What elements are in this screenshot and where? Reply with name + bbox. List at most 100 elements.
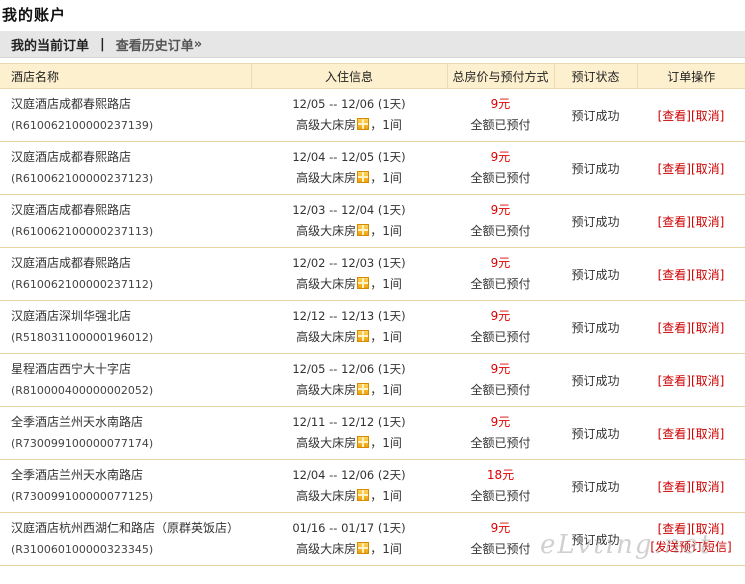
stay-cell: 12/05 -- 12/06 (1天) 高级大床房 ，1间 [251,353,447,407]
cancel-order-link[interactable]: [取消] [691,374,724,388]
hotel-cell: 汉庭酒店成都春熙路店 (R610062100000237112) [0,247,251,301]
payment-method: 全额已预付 [470,489,531,503]
column-header-hotel: 酒店名称 [0,63,251,89]
cancel-order-link[interactable]: [取消] [691,215,724,229]
booking-status: 预订成功 [554,300,637,354]
room-type: 高级大床房 [296,330,357,344]
total-price: 9元 [490,415,511,429]
send-sms-link[interactable]: [发送预订短信] [637,537,745,558]
room-type: 高级大床房 [296,436,357,450]
order-number: (R610062100000237112) [11,278,154,291]
cancel-order-link[interactable]: [取消] [691,522,724,536]
table-row: 全季酒店兰州天水南路店 (R730099100000077174) 12/11 … [0,406,745,460]
stay-cell: 12/04 -- 12/06 (2天) 高级大床房 ，1间 [251,459,447,513]
table-header-row: 酒店名称 入住信息 总房价与预付方式 预订状态 订单操作 [0,63,745,89]
room-type: 高级大床房 [296,224,357,238]
gift-icon [357,171,370,183]
view-order-link[interactable]: [查看] [658,215,691,229]
payment-method: 全额已预付 [470,436,531,450]
total-price: 9元 [490,521,511,535]
room-type: 高级大床房 [296,118,357,132]
price-cell: 9元 全额已预付 [447,353,554,407]
column-header-status: 预订状态 [553,63,637,89]
double-arrow-icon: » [193,36,203,52]
room-info: 高级大床房 ，1间 [251,380,447,401]
room-info: 高级大床房 ，1间 [251,539,447,560]
stay-cell: 12/11 -- 12/12 (1天) 高级大床房 ，1间 [251,406,447,460]
hotel-cell: 汉庭酒店成都春熙路店 (R610062100000237139) [0,88,251,142]
actions-cell: [查看][取消] [637,353,745,407]
order-number: (R518031100000196012) [11,331,154,344]
hotel-name: 全季酒店兰州天水南路店 [11,468,144,482]
view-order-link[interactable]: [查看] [658,162,691,176]
stay-dates: 12/05 -- 12/06 (1天) [292,362,406,376]
hotel-name: 汉庭酒店成都春熙路店 [11,203,132,217]
column-header-stay: 入住信息 [250,63,447,89]
booking-status: 预订成功 [554,247,637,301]
price-cell: 9元 全额已预付 [447,247,554,301]
tab-current-orders[interactable]: 我的当前订单 [11,35,89,54]
view-order-link[interactable]: [查看] [658,427,691,441]
order-number: (R730099100000077125) [11,490,154,503]
cancel-order-link[interactable]: [取消] [691,109,724,123]
table-row: 汉庭酒店深圳华强北店 (R518031100000196012) 12/12 -… [0,300,745,354]
room-quantity: ，1间 [370,277,402,291]
room-type: 高级大床房 [296,489,357,503]
total-price: 9元 [490,150,511,164]
price-cell: 9元 全额已预付 [447,141,554,195]
total-price: 9元 [490,362,511,376]
total-price: 9元 [490,97,511,111]
total-price: 9元 [490,203,511,217]
payment-method: 全额已预付 [470,383,531,397]
view-order-link[interactable]: [查看] [658,109,691,123]
payment-method: 全额已预付 [470,224,531,238]
price-cell: 9元 全额已预付 [447,512,554,566]
actions-cell: [查看][取消] [637,88,745,142]
hotel-cell: 星程酒店西宁大十字店 (R810000400000002052) [0,353,251,407]
hotel-name: 全季酒店兰州天水南路店 [11,415,144,429]
hotel-cell: 全季酒店兰州天水南路店 (R730099100000077174) [0,406,251,460]
hotel-name: 汉庭酒店深圳华强北店 [11,309,132,323]
view-order-link[interactable]: [查看] [658,268,691,282]
room-info: 高级大床房 ，1间 [251,221,447,242]
payment-method: 全额已预付 [470,277,531,291]
room-type: 高级大床房 [296,277,357,291]
room-quantity: ，1间 [370,118,402,132]
cancel-order-link[interactable]: [取消] [691,321,724,335]
total-price: 9元 [490,309,511,323]
stay-dates: 12/03 -- 12/04 (1天) [292,203,406,217]
gift-icon [357,383,370,395]
room-info: 高级大床房 ，1间 [251,433,447,454]
view-order-link[interactable]: [查看] [658,321,691,335]
stay-dates: 12/05 -- 12/06 (1天) [292,97,406,111]
hotel-name: 汉庭酒店杭州西湖仁和路店（原群英饭店） [11,521,240,535]
gift-icon [357,277,370,289]
price-cell: 9元 全额已预付 [447,406,554,460]
cancel-order-link[interactable]: [取消] [691,480,724,494]
view-order-link[interactable]: [查看] [658,480,691,494]
table-row: 汉庭酒店成都春熙路店 (R610062100000237123) 12/04 -… [0,141,745,195]
room-type: 高级大床房 [296,542,357,556]
cancel-order-link[interactable]: [取消] [691,162,724,176]
view-order-link[interactable]: [查看] [658,522,691,536]
room-quantity: ，1间 [370,224,402,238]
actions-cell: [查看][取消] [637,141,745,195]
hotel-cell: 汉庭酒店杭州西湖仁和路店（原群英饭店） (R310060100000323345… [0,512,251,566]
orders-table-body: 汉庭酒店成都春熙路店 (R610062100000237139) 12/05 -… [0,88,745,566]
cancel-order-link[interactable]: [取消] [691,268,724,282]
hotel-name: 汉庭酒店成都春熙路店 [11,150,132,164]
room-quantity: ，1间 [370,330,402,344]
room-quantity: ，1间 [370,383,402,397]
booking-status: 预订成功 [554,512,637,566]
hotel-cell: 汉庭酒店成都春熙路店 (R610062100000237123) [0,141,251,195]
cancel-order-link[interactable]: [取消] [691,427,724,441]
room-quantity: ，1间 [370,489,402,503]
room-quantity: ，1间 [370,171,402,185]
tab-history-orders[interactable]: 查看历史订单 [116,35,194,54]
view-order-link[interactable]: [查看] [658,374,691,388]
gift-icon [357,489,370,501]
table-row: 全季酒店兰州天水南路店 (R730099100000077125) 12/04 … [0,459,745,513]
payment-method: 全额已预付 [470,330,531,344]
room-info: 高级大床房 ，1间 [251,115,447,136]
price-cell: 9元 全额已预付 [447,194,554,248]
